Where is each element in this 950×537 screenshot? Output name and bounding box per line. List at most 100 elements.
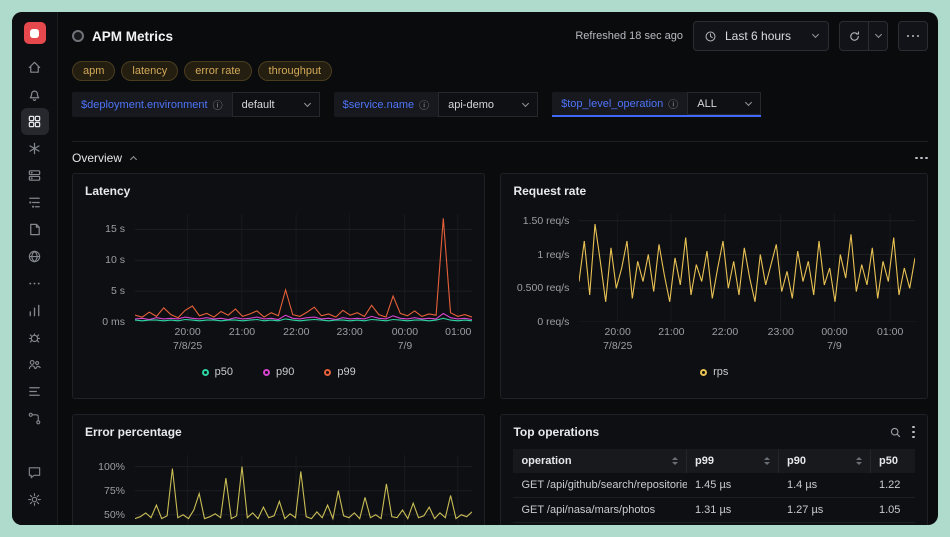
time-range-value: Last 6 hours (725, 29, 792, 43)
tag-error-rate[interactable]: error rate (184, 61, 252, 81)
refresh-button-group (839, 21, 888, 51)
clock-icon (705, 31, 716, 41)
table-row[interactable]: GET /api/nasa/mars/photos 1.31 µs 1.27 µ… (513, 498, 915, 523)
refresh-icon (849, 30, 859, 41)
filter-value-text: api-demo (448, 98, 494, 111)
sidebar-item-home[interactable] (21, 54, 49, 81)
x-tick-label: 20:00 7/8/25 (173, 326, 203, 352)
legend-item-p90[interactable]: p90 (263, 366, 294, 378)
tag-apm[interactable]: apm (72, 61, 116, 81)
sidebar-item-settings[interactable] (21, 486, 49, 513)
legend-item-p99[interactable]: p99 (324, 366, 356, 378)
latency-chart[interactable] (135, 214, 472, 322)
sidebar-item-exceptions[interactable] (21, 324, 49, 351)
info-icon[interactable]: ⓘ (419, 97, 429, 112)
table-header-row: operation p99 p90 p50 (513, 449, 915, 473)
sidebar-item-service-map[interactable] (21, 351, 49, 378)
section-menu-button[interactable] (915, 156, 928, 160)
column-p99[interactable]: p99 (687, 449, 779, 473)
column-label: p90 (787, 455, 806, 467)
search-icon[interactable] (889, 426, 902, 439)
variable-filters: $deployment.environment ⓘ default $servi… (72, 92, 928, 117)
filter-var-name: $deployment.environment (81, 98, 208, 111)
ellipsis-horizontal-icon (906, 34, 920, 38)
p90-cell: 1.27 µs (787, 504, 824, 516)
legend-item-p50[interactable]: p50 (201, 366, 233, 378)
panel-top-operations: Top operations operation p99 p90 p50 GET… (500, 414, 928, 525)
info-icon[interactable]: ⓘ (213, 97, 223, 112)
panels-grid: Latency 0 ms 5 s 10 s 15 s 20:00 7/8/25 21:00… (72, 173, 928, 525)
sidebar-item-integrations[interactable] (21, 405, 49, 432)
spark-icon (29, 142, 40, 155)
tag-list: apm latency error rate throughput (72, 61, 928, 81)
tag-latency[interactable]: latency (121, 61, 179, 81)
sidebar-item-infrastructure[interactable] (21, 162, 49, 189)
x-tick-label: 00:00 7/9 (821, 326, 848, 352)
users-icon (28, 360, 41, 370)
server-icon (28, 170, 41, 181)
legend-item-rps[interactable]: rps (700, 366, 728, 378)
x-tick-label: 01:00 (877, 326, 904, 338)
column-p50[interactable]: p50 (871, 449, 915, 473)
app-logo-icon[interactable] (23, 22, 46, 44)
filter-value-dropdown[interactable]: api-demo (438, 92, 539, 117)
tag-throughput[interactable]: throughput (257, 61, 333, 81)
filter-top-level-operation: $top_level_operation ⓘ ALL (552, 92, 762, 117)
request-rate-x-axis: 20:00 7/8/25 21:00 22:00 23:00 00:00 7/9 01:00 (579, 326, 915, 360)
filter-value-text: default (241, 98, 275, 111)
sidebar-item-dashboards[interactable] (20, 108, 49, 135)
y-tick-label: 0 ms (102, 316, 125, 328)
y-tick-label: 5 s (110, 285, 125, 298)
main-content: APM Metrics Refreshed 18 sec ago Last 6 … (58, 12, 938, 525)
y-tick-label: 0.500 req/s (516, 282, 570, 295)
p50-cell: 1.05 (879, 504, 901, 516)
y-tick-label: 15 s (105, 223, 125, 236)
sort-icon (856, 457, 862, 465)
sidebar-item-logs[interactable] (21, 216, 49, 243)
latency-x-axis: 20:00 7/8/25 21:00 22:00 23:00 00:00 7/9 01:00 (135, 326, 472, 360)
p50-dot-icon (201, 368, 209, 376)
sidebar-item-support[interactable] (21, 459, 49, 486)
filter-value-dropdown[interactable]: ALL (687, 92, 762, 115)
sidebar-item-usage[interactable] (21, 297, 49, 324)
sidebar-item-more[interactable] (21, 270, 49, 297)
list-lines-icon (29, 387, 40, 396)
time-range-select[interactable]: Last 6 hours (693, 21, 829, 51)
request-rate-chart[interactable] (579, 214, 916, 322)
filter-var-label: $deployment.environment ⓘ (72, 92, 232, 117)
p99-cell: 1.31 µs (695, 504, 732, 516)
sort-icon (764, 457, 770, 465)
column-operation[interactable]: operation (513, 449, 687, 473)
error-percentage-chart[interactable] (135, 455, 472, 525)
x-tick-label: 23:00 (767, 326, 794, 338)
p50-cell: 1.22 (879, 479, 901, 491)
ellipsis-icon (29, 282, 40, 285)
sidebar-item-billing[interactable] (21, 378, 49, 405)
x-tick-label: 22:00 (711, 326, 739, 338)
table-menu-button[interactable] (912, 425, 915, 439)
chevron-down-icon (522, 99, 530, 107)
latency-legend: p50 p90 p99 (85, 366, 472, 378)
p99-dot-icon (324, 368, 332, 376)
refresh-button[interactable] (840, 22, 868, 50)
p90-cell: 1.4 µs (787, 479, 818, 491)
info-icon[interactable]: ⓘ (668, 96, 678, 111)
page-title: APM Metrics (92, 28, 174, 44)
y-tick-label: 1.50 req/s (522, 214, 570, 227)
sidebar-item-api-monitoring[interactable] (21, 243, 49, 270)
table-row[interactable]: GET /api/github/search/repositories 1.45… (513, 473, 915, 498)
bug-icon (28, 333, 41, 343)
y-tick-label: 0 req/s (537, 316, 570, 328)
filter-value-dropdown[interactable]: default (231, 92, 320, 117)
column-p90[interactable]: p90 (779, 449, 871, 473)
section-toggle[interactable]: Overview (72, 151, 138, 165)
sidebar-item-alerts[interactable] (21, 81, 49, 108)
sidebar-item-traces[interactable] (21, 189, 49, 216)
dashboard-menu-button[interactable] (898, 21, 928, 51)
rps-dot-icon (700, 368, 708, 376)
legend-label: p99 (337, 366, 356, 378)
document-icon (30, 223, 40, 236)
refresh-options-button[interactable] (868, 22, 887, 50)
sidebar-item-services[interactable] (21, 135, 49, 162)
gear-icon (28, 493, 41, 506)
